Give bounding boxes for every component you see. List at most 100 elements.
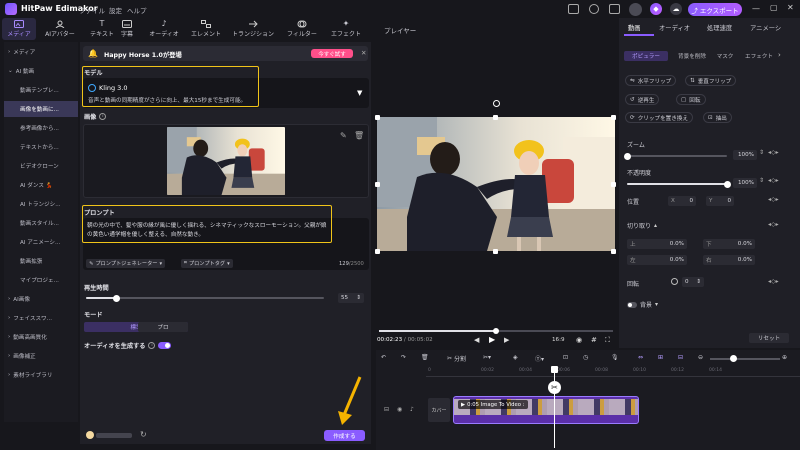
- cover-button[interactable]: カバー: [428, 398, 450, 422]
- flip-horizontal-button[interactable]: ⇋ 水平フリップ: [625, 75, 677, 86]
- resize-handle-bottom-right[interactable]: [611, 249, 616, 254]
- sidebar-item-reference-image[interactable]: 参考画像から...: [4, 120, 78, 136]
- resize-handle-top-right[interactable]: [611, 115, 616, 120]
- sidebar-item-video-extend[interactable]: 動画拡張: [4, 253, 78, 269]
- tab-audio[interactable]: オーディオ: [659, 23, 690, 32]
- subtab-mask[interactable]: マスク: [714, 51, 736, 61]
- freeze-icon[interactable]: ◈: [513, 354, 518, 361]
- resize-handle-right[interactable]: [611, 182, 616, 187]
- opacity-value[interactable]: 100%: [733, 178, 757, 188]
- subtab-effect[interactable]: エフェクト: [740, 51, 778, 61]
- resize-handle-top-left[interactable]: [375, 115, 380, 120]
- position-x-input[interactable]: X0: [668, 196, 696, 206]
- tab-speed[interactable]: 処理速度: [707, 23, 732, 32]
- rotate-input[interactable]: 0 ⇕: [682, 277, 704, 287]
- tab-filter[interactable]: フィルター: [282, 18, 322, 40]
- snapshot-icon[interactable]: ◉: [576, 336, 582, 344]
- banner-close-icon[interactable]: ✕: [361, 49, 366, 57]
- stepper-icon[interactable]: ⇕: [759, 177, 764, 184]
- create-button[interactable]: 作成する: [324, 430, 365, 441]
- snap-icon[interactable]: ⊞: [658, 354, 663, 361]
- dropdown-caret-icon[interactable]: ▼: [357, 89, 362, 97]
- zoom-value[interactable]: 100%: [733, 150, 757, 160]
- resize-handle-bottom[interactable]: [493, 249, 498, 254]
- cloud-icon[interactable]: ☁: [670, 3, 682, 15]
- crop-header[interactable]: 切り取り ▴: [627, 221, 657, 230]
- track-visibility-icon[interactable]: ◉: [397, 406, 402, 413]
- speed-icon[interactable]: ◷: [583, 354, 588, 361]
- grid-icon[interactable]: #: [591, 336, 597, 344]
- close-icon[interactable]: ✕: [787, 3, 794, 12]
- prompt-generator-button[interactable]: ✎ プロンプトジェネレーター ▾: [86, 259, 166, 268]
- link-icon[interactable]: ⇔: [638, 354, 643, 361]
- sidebar-item-ai-video[interactable]: ⌄ AI 動画: [4, 63, 78, 79]
- stepper-icon[interactable]: ⇕: [759, 149, 764, 156]
- subtab-remove-bg[interactable]: 背景を削除: [672, 51, 712, 61]
- flip-vertical-button[interactable]: ⇅ 垂直フリップ: [685, 75, 737, 86]
- redo-icon[interactable]: ↷: [401, 354, 406, 361]
- audio-generate-toggle[interactable]: [158, 342, 172, 349]
- mail-icon[interactable]: [609, 4, 620, 14]
- zoom-slider[interactable]: [627, 155, 727, 157]
- replace-clip-button[interactable]: ⟳ クリップを置き換え: [625, 112, 694, 123]
- opacity-slider-knob[interactable]: [723, 180, 731, 188]
- zoom-slider-knob[interactable]: [623, 152, 631, 160]
- tab-video[interactable]: 動画: [628, 23, 641, 32]
- duration-slider-knob[interactable]: [113, 294, 121, 302]
- sidebar-item-ai-animation[interactable]: AI アニメーシ...: [4, 234, 78, 250]
- timeline-video-clip[interactable]: ▶ 0:05 Image To Video :: [453, 396, 639, 424]
- text-add-icon[interactable]: Ⓣ▾: [535, 354, 544, 363]
- sidebar-item-media[interactable]: › メディア: [4, 44, 78, 60]
- try-now-button[interactable]: 今すぐ試す: [311, 49, 353, 58]
- crop-bottom-input[interactable]: 下 0.0%: [703, 239, 755, 249]
- keyframe-controls-icon[interactable]: ◂◇▸: [768, 278, 779, 285]
- crop-icon[interactable]: ⊡: [563, 354, 568, 361]
- delete-icon[interactable]: 🗑: [421, 354, 429, 361]
- refresh-icon[interactable]: ↻: [140, 430, 147, 439]
- background-toggle[interactable]: [627, 301, 637, 308]
- keyframe-controls-icon[interactable]: ◂◇▸: [768, 221, 779, 228]
- duration-slider[interactable]: [86, 297, 324, 299]
- microphone-icon[interactable]: 🎙: [611, 354, 619, 361]
- rotate-handle-icon[interactable]: [493, 100, 500, 107]
- subtab-popular[interactable]: ポピュラー: [624, 51, 668, 61]
- sidebar-item-ai-dance[interactable]: AI ダンス 💃: [4, 177, 78, 193]
- fullscreen-icon[interactable]: ⛶: [605, 336, 610, 345]
- menu-settings[interactable]: 設定: [109, 5, 122, 15]
- screen-icon[interactable]: [568, 4, 579, 14]
- sidebar-item-my-projects[interactable]: マイプロジェ...: [4, 272, 78, 288]
- upgrade-icon[interactable]: ◆: [650, 3, 662, 15]
- tab-element[interactable]: エレメント: [186, 18, 226, 40]
- next-frame-icon[interactable]: ▶: [504, 336, 509, 344]
- tab-effect[interactable]: ✦ エフェクト: [326, 18, 366, 40]
- chevron-right-icon[interactable]: ›: [778, 51, 781, 59]
- split-options-icon[interactable]: ✂▾: [483, 354, 491, 361]
- menu-file[interactable]: ファイル: [79, 5, 105, 15]
- tab-animation[interactable]: アニメーシ: [750, 23, 781, 32]
- aspect-ratio-select[interactable]: 16:9: [552, 337, 565, 343]
- minimize-icon[interactable]: —: [752, 4, 760, 13]
- split-button[interactable]: ✂ 分割: [447, 354, 466, 363]
- tab-media[interactable]: メディア: [2, 18, 36, 40]
- info-icon[interactable]: i: [148, 342, 156, 349]
- trash-icon[interactable]: 🗑: [354, 131, 364, 140]
- background-row[interactable]: 背景 ▾: [627, 300, 658, 309]
- menu-help[interactable]: ヘルプ: [127, 5, 147, 15]
- play-icon[interactable]: ▶: [489, 335, 495, 344]
- track-lock-icon[interactable]: ⊟: [384, 406, 389, 413]
- zoom-out-icon[interactable]: ⊖: [698, 354, 703, 361]
- sidebar-item-video-style[interactable]: 動画スタイル...: [4, 215, 78, 231]
- extract-button[interactable]: ⊡ 抽出: [703, 112, 732, 123]
- crop-right-input[interactable]: 右 0.0%: [703, 255, 755, 265]
- maximize-icon[interactable]: ▢: [770, 3, 778, 12]
- crop-top-input[interactable]: 上 0.0%: [627, 239, 687, 249]
- sidebar-item-video-clone[interactable]: ビデオクローン: [4, 158, 78, 174]
- position-y-input[interactable]: Y0: [706, 196, 734, 206]
- info-icon[interactable]: i: [99, 113, 107, 120]
- sidebar-item-video-template[interactable]: 動画テンプレ...: [4, 82, 78, 98]
- sidebar-item-image-enhance[interactable]: › 画像補正: [4, 348, 78, 364]
- resize-handle-top[interactable]: [493, 115, 498, 120]
- tab-transition[interactable]: トランジション: [228, 18, 278, 40]
- resize-handle-bottom-left[interactable]: [375, 249, 380, 254]
- account-icon[interactable]: [589, 4, 599, 14]
